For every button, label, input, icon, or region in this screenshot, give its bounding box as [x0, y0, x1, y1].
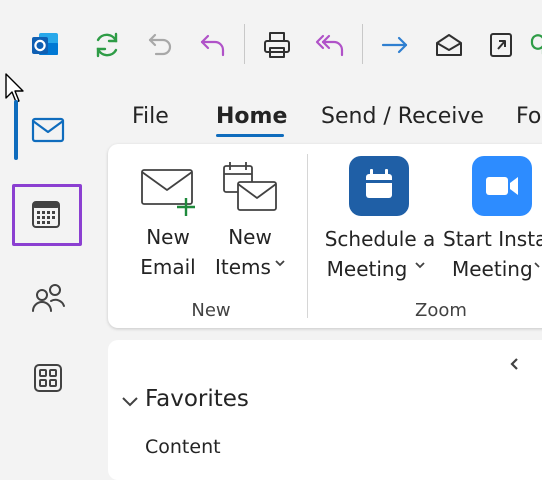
tab-send-receive[interactable]: Send / Receive	[321, 104, 484, 129]
collapse-pane-button[interactable]	[506, 356, 522, 372]
zoom-video-icon	[472, 156, 532, 216]
open-external-icon[interactable]	[484, 28, 518, 62]
calendar-icon	[31, 199, 61, 229]
new-items-label-1: New	[228, 225, 272, 249]
chevron-down-icon	[274, 258, 286, 268]
mail-nav-button[interactable]	[18, 100, 78, 160]
favorites-chevron-down-icon[interactable]	[120, 394, 140, 410]
reply-all-icon[interactable]	[312, 28, 346, 62]
tab-home[interactable]: Home	[216, 104, 287, 129]
new-email-label-2: Email	[140, 255, 196, 279]
apps-nav-button[interactable]	[18, 348, 78, 408]
print-icon[interactable]	[260, 28, 294, 62]
new-email-icon	[140, 164, 198, 216]
reply-icon[interactable]	[196, 28, 230, 62]
active-tab-underline	[216, 134, 284, 137]
group-separator	[307, 154, 308, 318]
forward-icon[interactable]	[378, 28, 412, 62]
people-nav-button[interactable]	[18, 268, 78, 328]
overflow-icon[interactable]	[530, 30, 542, 60]
tab-folder[interactable]: Fo	[516, 104, 541, 129]
schedule-meeting-label-1: Schedule a	[324, 227, 436, 251]
toolbar-separator	[362, 24, 363, 64]
mark-read-icon[interactable]	[432, 28, 466, 62]
chevron-down-icon	[414, 260, 426, 270]
toolbar-separator	[244, 24, 245, 64]
calendar-nav-button[interactable]	[16, 184, 76, 244]
new-items-label-2: Items	[215, 255, 271, 279]
folder-item[interactable]: Content	[145, 436, 221, 458]
sync-icon[interactable]	[90, 28, 124, 62]
outlook-logo-icon	[28, 28, 62, 62]
chevron-down-icon	[534, 260, 542, 270]
start-instant-label-1: Start Insta	[443, 227, 542, 251]
zoom-calendar-icon	[349, 156, 409, 216]
chevron-left-icon	[506, 356, 522, 372]
favorites-header[interactable]: Favorites	[145, 386, 249, 412]
new-email-label-1: New	[146, 225, 190, 249]
group-label-new: New	[191, 300, 231, 321]
undo-icon[interactable]	[144, 28, 178, 62]
tab-file[interactable]: File	[132, 104, 169, 129]
apps-grid-icon	[33, 363, 63, 393]
people-icon	[30, 282, 66, 314]
new-items-icon	[222, 160, 280, 214]
start-instant-label-2: Meeting	[452, 257, 533, 281]
group-label-zoom: Zoom	[415, 300, 467, 321]
schedule-meeting-label-2: Meeting	[326, 257, 408, 281]
mail-icon	[31, 117, 65, 143]
